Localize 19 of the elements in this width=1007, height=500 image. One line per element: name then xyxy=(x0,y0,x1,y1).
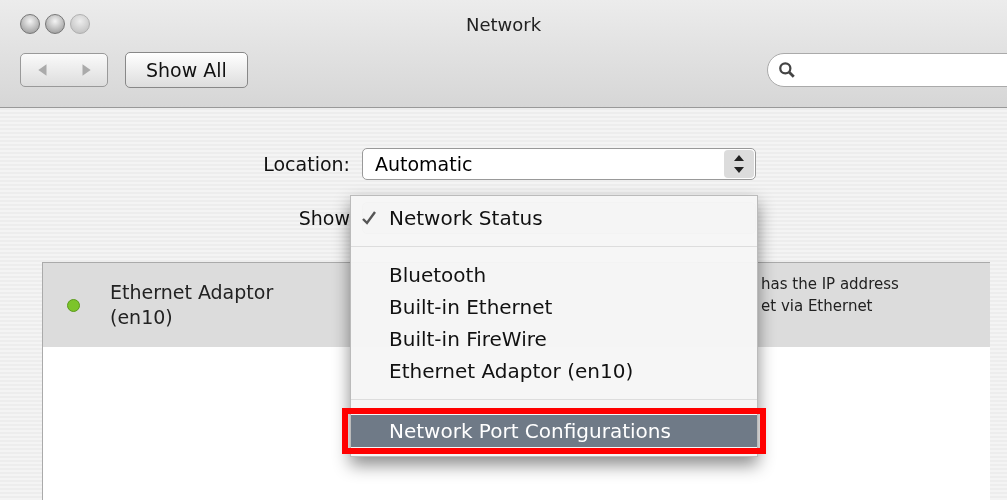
menu-item[interactable]: Network Port Configurations xyxy=(351,415,757,447)
location-popup[interactable]: Automatic xyxy=(362,148,756,180)
back-forward-buttons[interactable] xyxy=(20,53,108,87)
show-all-button[interactable]: Show All xyxy=(125,52,248,88)
search-icon xyxy=(778,61,796,79)
stepper-arrows-icon xyxy=(724,150,754,178)
menu-item[interactable]: Ethernet Adaptor (en10) xyxy=(351,355,757,387)
show-label: Show xyxy=(297,207,351,229)
status-text: has the IP address xyxy=(761,274,899,295)
service-name: Ethernet Adaptor (en10) xyxy=(110,280,275,330)
menu-item[interactable]: Network Status xyxy=(351,202,757,234)
close-button[interactable] xyxy=(20,14,40,34)
status-text: et via Ethernet xyxy=(761,296,874,317)
menu-item[interactable]: Built-in Ethernet xyxy=(351,291,757,323)
window-title: Network xyxy=(465,13,542,35)
location-label: Location: xyxy=(262,153,351,175)
minimize-button[interactable] xyxy=(45,14,65,34)
zoom-button[interactable] xyxy=(70,14,90,34)
search-field[interactable] xyxy=(767,53,1007,87)
